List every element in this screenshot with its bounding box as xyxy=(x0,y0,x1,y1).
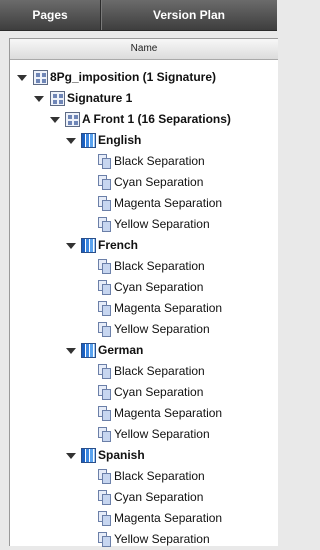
tree-row-separation[interactable]: Cyan Separation xyxy=(10,277,278,298)
separation-icon xyxy=(98,490,112,505)
separation-label: Magenta Separation xyxy=(114,301,223,315)
root-label: 8Pg_imposition (1 Signature) xyxy=(50,70,217,84)
expand-triangle-icon[interactable] xyxy=(33,93,45,105)
tree-row-separation[interactable]: Magenta Separation xyxy=(10,508,278,529)
tree-row-separation[interactable]: Yellow Separation xyxy=(10,529,278,550)
tree-row-language[interactable]: Spanish xyxy=(10,445,278,466)
separation-label: Magenta Separation xyxy=(114,406,223,420)
tree-row-separation[interactable]: Black Separation xyxy=(10,361,278,382)
tree-row-separation[interactable]: Cyan Separation xyxy=(10,382,278,403)
language-bars-icon xyxy=(81,133,96,148)
tree-row-separation[interactable]: Cyan Separation xyxy=(10,172,278,193)
separation-icon xyxy=(98,196,112,211)
tree-row-front[interactable]: A Front 1 (16 Separations) xyxy=(10,109,278,130)
separation-label: Black Separation xyxy=(114,364,205,378)
separation-icon xyxy=(98,364,112,379)
separation-label: Black Separation xyxy=(114,469,205,483)
expand-triangle-icon[interactable] xyxy=(65,240,77,252)
top-tab-bar: Pages Version Plan xyxy=(0,0,277,31)
expand-triangle-icon[interactable] xyxy=(65,450,77,462)
separation-icon xyxy=(98,259,112,274)
separation-label: Yellow Separation xyxy=(114,427,210,441)
tree-row-separation[interactable]: Cyan Separation xyxy=(10,487,278,508)
language-label: English xyxy=(98,133,142,147)
separation-label: Black Separation xyxy=(114,259,205,273)
separation-label: Cyan Separation xyxy=(114,385,204,399)
separation-icon xyxy=(98,280,112,295)
tree-row-signature[interactable]: Signature 1 xyxy=(10,88,278,109)
signature-label: Signature 1 xyxy=(67,91,133,105)
imposition-icon xyxy=(33,70,48,85)
tab-version-plan[interactable]: Version Plan xyxy=(101,0,277,30)
tree-row-separation[interactable]: Black Separation xyxy=(10,466,278,487)
separation-icon xyxy=(98,154,112,169)
language-bars-icon xyxy=(81,238,96,253)
separation-icon xyxy=(98,301,112,316)
front-label: A Front 1 (16 Separations) xyxy=(82,112,231,126)
separation-label: Magenta Separation xyxy=(114,511,223,525)
signature-icon xyxy=(50,91,65,106)
tree-row-language[interactable]: German xyxy=(10,340,278,361)
separation-label: Yellow Separation xyxy=(114,532,210,546)
separation-icon xyxy=(98,427,112,442)
tab-pages[interactable]: Pages xyxy=(0,0,101,30)
separation-label: Cyan Separation xyxy=(114,175,204,189)
separation-icon xyxy=(98,532,112,547)
tree-row-root[interactable]: 8Pg_imposition (1 Signature) xyxy=(10,67,278,88)
tree-row-separation[interactable]: Magenta Separation xyxy=(10,403,278,424)
separation-icon xyxy=(98,217,112,232)
language-bars-icon xyxy=(81,343,96,358)
tree-row-language[interactable]: French xyxy=(10,235,278,256)
separation-label: Magenta Separation xyxy=(114,196,223,210)
separation-label: Black Separation xyxy=(114,154,205,168)
expand-triangle-icon[interactable] xyxy=(49,114,61,126)
tree-row-separation[interactable]: Black Separation xyxy=(10,151,278,172)
tree-row-language[interactable]: English xyxy=(10,130,278,151)
language-label: Spanish xyxy=(98,448,145,462)
separation-icon xyxy=(98,511,112,526)
separation-label: Cyan Separation xyxy=(114,280,204,294)
column-header-name[interactable]: Name xyxy=(10,39,278,60)
surface-icon xyxy=(65,112,80,127)
separation-label: Cyan Separation xyxy=(114,490,204,504)
tree-row-separation[interactable]: Magenta Separation xyxy=(10,298,278,319)
tree-row-separation[interactable]: Yellow Separation xyxy=(10,319,278,340)
expand-triangle-icon[interactable] xyxy=(16,72,28,84)
expand-triangle-icon[interactable] xyxy=(65,345,77,357)
tree-row-separation[interactable]: Black Separation xyxy=(10,256,278,277)
language-bars-icon xyxy=(81,448,96,463)
separation-icon xyxy=(98,469,112,484)
language-label: French xyxy=(98,238,139,252)
tree-row-separation[interactable]: Yellow Separation xyxy=(10,424,278,445)
tree-row-separation[interactable]: Magenta Separation xyxy=(10,193,278,214)
expand-triangle-icon[interactable] xyxy=(65,135,77,147)
separation-icon xyxy=(98,322,112,337)
separation-icon xyxy=(98,175,112,190)
separation-icon xyxy=(98,406,112,421)
tree-panel: Name 8Pg_imposition (1 Signature) Signatu… xyxy=(9,38,278,547)
language-label: German xyxy=(98,343,144,357)
separation-icon xyxy=(98,385,112,400)
separation-label: Yellow Separation xyxy=(114,217,210,231)
separation-label: Yellow Separation xyxy=(114,322,210,336)
tree-row-separation[interactable]: Yellow Separation xyxy=(10,214,278,235)
